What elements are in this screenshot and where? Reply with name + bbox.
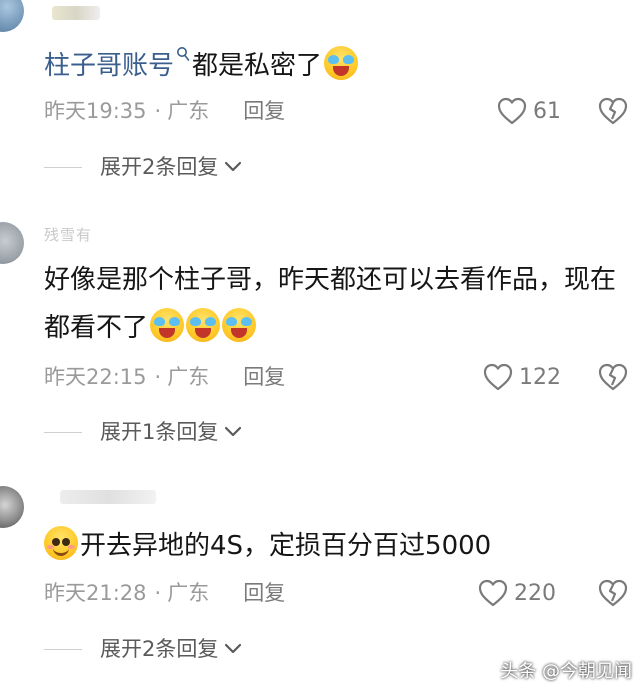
username-blurred	[52, 6, 100, 20]
dislike-button[interactable]	[598, 578, 628, 608]
broken-heart-icon	[598, 97, 628, 125]
heart-icon	[483, 363, 513, 391]
cry-laugh-icon	[324, 46, 359, 80]
expand-replies-button[interactable]: 展开2条回复	[44, 152, 242, 182]
comment-body: 都是私密了	[192, 51, 323, 81]
expand-replies-button[interactable]: 展开2条回复	[44, 634, 242, 664]
mention-link[interactable]: 柱子哥账号	[44, 51, 174, 81]
chevron-down-icon	[225, 161, 242, 172]
comment-text: 开去异地的4S，定损百分百过5000	[44, 522, 622, 570]
avatar[interactable]	[0, 486, 24, 528]
location: 广东	[167, 365, 210, 389]
like-count: 122	[519, 364, 561, 390]
divider	[44, 166, 82, 168]
dislike-button[interactable]	[598, 96, 628, 126]
reply-button[interactable]: 回复	[243, 96, 285, 126]
heart-icon	[497, 97, 527, 125]
smile-icon	[44, 526, 78, 560]
like-count: 220	[514, 580, 556, 606]
expand-replies-label: 展开1条回复	[100, 420, 219, 444]
chevron-down-icon	[225, 426, 242, 437]
reply-button[interactable]: 回复	[243, 362, 285, 392]
like-button[interactable]: 61	[497, 96, 561, 126]
comment-body: 开去异地的4S，定损百分百过5000	[80, 531, 492, 561]
divider	[44, 431, 82, 433]
comment-2: 残雪有 好像是那个柱子哥，昨天都还可以去看作品，现在都看不了 昨天22:15 · 广…	[0, 222, 640, 462]
broken-heart-icon	[598, 579, 628, 607]
separator: ·	[154, 99, 162, 123]
comment-text: 好像是那个柱子哥，昨天都还可以去看作品，现在都看不了	[44, 256, 622, 352]
separator: ·	[154, 581, 162, 605]
comment-meta: 昨天19:35 · 广东 回复	[44, 96, 285, 126]
location: 广东	[167, 581, 210, 605]
broken-heart-icon	[598, 363, 628, 391]
comment-text: 柱子哥账号 都是私密了	[44, 42, 622, 90]
location: 广东	[167, 99, 210, 123]
chevron-down-icon	[225, 643, 242, 654]
username[interactable]: 残雪有	[44, 224, 92, 245]
timestamp: 昨天21:28	[44, 581, 147, 605]
like-button[interactable]: 220	[478, 578, 556, 608]
timestamp: 昨天22:15	[44, 365, 147, 389]
heart-icon	[478, 579, 508, 607]
expand-replies-label: 展开2条回复	[100, 155, 219, 179]
expand-replies-label: 展开2条回复	[100, 637, 219, 661]
dislike-button[interactable]	[598, 362, 628, 392]
timestamp: 昨天19:35	[44, 99, 147, 123]
username-blurred	[60, 490, 156, 504]
like-count: 61	[533, 98, 561, 124]
comment-body: 好像是那个柱子哥，昨天都还可以去看作品，现在都看不了	[44, 265, 617, 343]
divider	[44, 648, 82, 650]
avatar[interactable]	[0, 0, 24, 32]
cry-laugh-icon	[150, 308, 185, 342]
search-icon	[177, 47, 190, 61]
like-button[interactable]: 122	[483, 362, 561, 392]
expand-replies-button[interactable]: 展开1条回复	[44, 417, 242, 447]
separator: ·	[154, 365, 162, 389]
cry-laugh-icon	[222, 308, 257, 342]
reply-button[interactable]: 回复	[243, 578, 285, 608]
comment-meta: 昨天21:28 · 广东 回复	[44, 578, 285, 608]
comment-meta: 昨天22:15 · 广东 回复	[44, 362, 285, 392]
avatar[interactable]	[0, 222, 24, 264]
cry-laugh-icon	[186, 308, 221, 342]
comment-1: 柱子哥账号 都是私密了 昨天19:35 · 广东 回复 61 展开2条回复	[0, 0, 640, 190]
watermark: 头条 @今朝见闻	[500, 661, 632, 682]
